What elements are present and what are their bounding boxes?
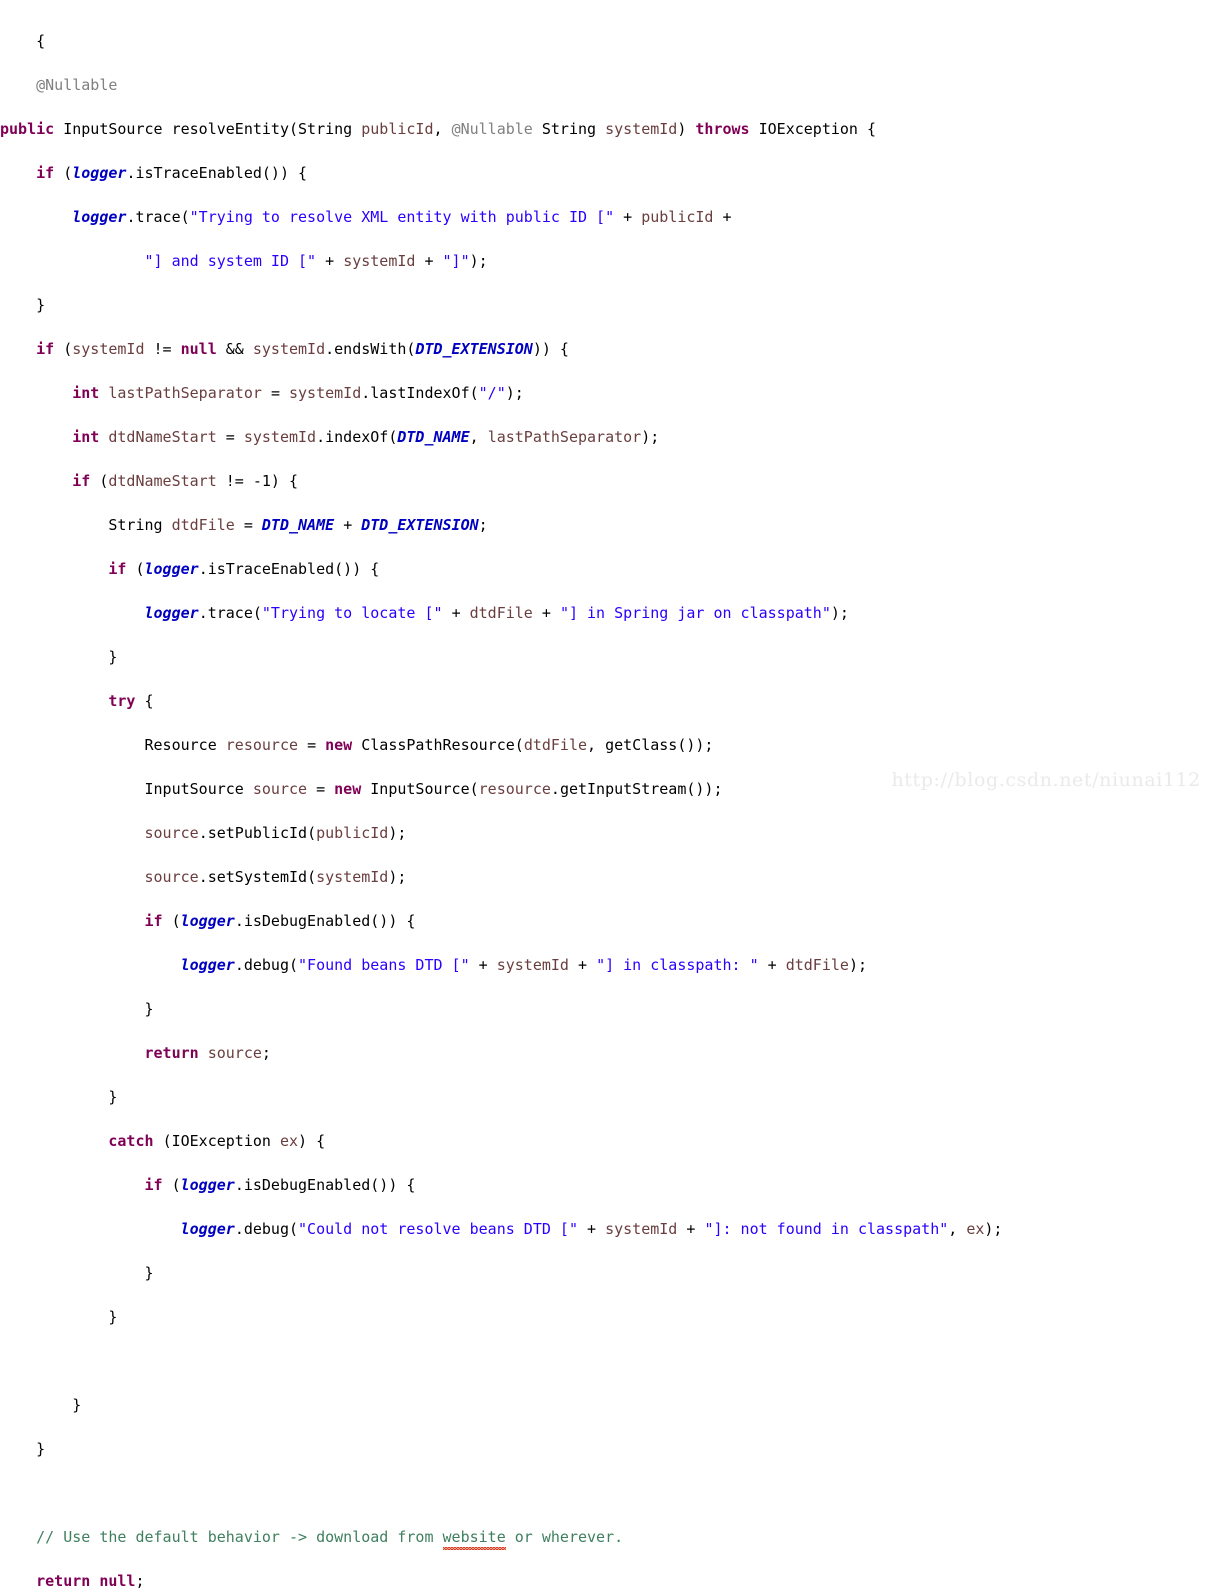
code-line: int lastPathSeparator = systemId.lastInd… bbox=[72, 384, 524, 402]
code-line: return null; bbox=[36, 1572, 145, 1590]
code-line: } bbox=[108, 1308, 118, 1326]
code-line: logger.trace("Trying to resolve XML enti… bbox=[72, 208, 732, 226]
code-line: return source; bbox=[144, 1044, 271, 1062]
code-line: public InputSource resolveEntity(String … bbox=[0, 120, 877, 138]
code-line: // Use the default behavior -> download … bbox=[0, 1526, 1213, 1550]
code-line: try { bbox=[108, 692, 154, 710]
code-line: { bbox=[0, 30, 1213, 52]
code-viewer: { @Nullable public InputSource resolveEn… bbox=[0, 0, 1213, 1590]
watermark-url: http://blog.csdn.net/niunai112 bbox=[891, 769, 1201, 791]
code-line: String dtdFile = DTD_NAME + DTD_EXTENSIO… bbox=[108, 516, 488, 534]
code-line: } bbox=[144, 1264, 154, 1282]
code-line: } bbox=[36, 296, 46, 314]
code-line: if (logger.isDebugEnabled()) { bbox=[144, 912, 416, 930]
code-line: logger.trace("Trying to locate [" + dtdF… bbox=[144, 604, 849, 622]
code-line: if (dtdNameStart != -1) { bbox=[72, 472, 299, 490]
code-line: } bbox=[108, 648, 118, 666]
code-line: source.setSystemId(systemId); bbox=[144, 868, 407, 886]
code-line: source.setPublicId(publicId); bbox=[144, 824, 407, 842]
code-line: "] and system ID [" + systemId + "]"); bbox=[144, 252, 488, 270]
code-line: } bbox=[72, 1396, 82, 1414]
code-line: logger.debug("Could not resolve beans DT… bbox=[180, 1220, 1003, 1238]
code-line: if (logger.isTraceEnabled()) { bbox=[36, 164, 308, 182]
code-line: } bbox=[36, 1440, 46, 1458]
code-line: Resource resource = new ClassPathResourc… bbox=[144, 736, 714, 754]
partial-top-brace: { bbox=[36, 32, 46, 50]
source-code: { @Nullable public InputSource resolveEn… bbox=[0, 0, 1213, 1594]
code-line: } bbox=[144, 1000, 154, 1018]
code-line: @Nullable bbox=[0, 74, 1213, 96]
code-comment: // Use the default behavior -> download … bbox=[36, 1528, 624, 1550]
code-line: if (logger.isDebugEnabled()) { bbox=[144, 1176, 416, 1194]
code-line: } bbox=[108, 1088, 118, 1106]
code-line: if (logger.isTraceEnabled()) { bbox=[108, 560, 380, 578]
code-line: catch (IOException ex) { bbox=[108, 1132, 326, 1150]
code-line: int dtdNameStart = systemId.indexOf(DTD_… bbox=[72, 428, 660, 446]
code-line: logger.debug("Found beans DTD [" + syste… bbox=[180, 956, 867, 974]
misspelled-word: website bbox=[442, 1528, 506, 1550]
annotation-nullable: @Nullable bbox=[36, 76, 118, 94]
code-line: if (systemId != null && systemId.endsWit… bbox=[36, 340, 569, 358]
